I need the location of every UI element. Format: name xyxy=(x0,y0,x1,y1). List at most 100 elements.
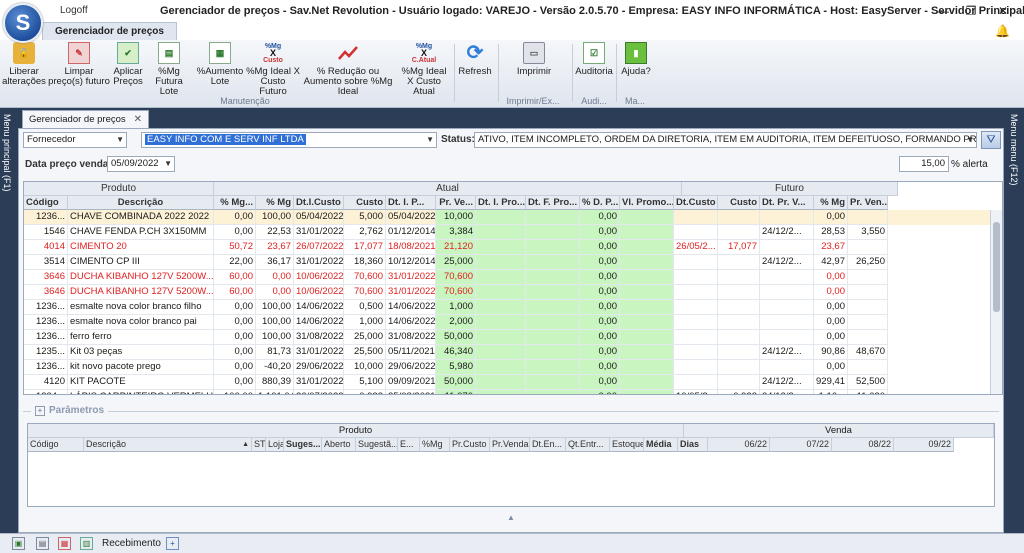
table-cell[interactable]: 5,100 xyxy=(344,375,386,390)
table-cell[interactable]: 25,500 xyxy=(344,345,386,360)
table-cell[interactable]: 23,67 xyxy=(814,240,848,255)
table-cell[interactable]: 0,00 xyxy=(256,285,294,300)
table-cell[interactable]: 0,00 xyxy=(580,360,620,375)
table-cell[interactable] xyxy=(476,255,526,270)
table-cell[interactable]: CIMENTO 20 xyxy=(68,240,214,255)
column-header[interactable]: Dt.Custo xyxy=(674,196,718,210)
table-cell[interactable]: 11,620 xyxy=(848,390,888,394)
table-cell[interactable]: 1,000 xyxy=(344,315,386,330)
table-cell[interactable]: 05/04/2022 xyxy=(294,210,344,225)
column-header[interactable]: Pr. Ve... xyxy=(436,196,476,210)
table-cell[interactable]: 29/06/2022 xyxy=(386,360,436,375)
table-cell[interactable] xyxy=(674,210,718,225)
table-cell[interactable] xyxy=(848,285,888,300)
table-cell[interactable] xyxy=(476,285,526,300)
sales-column-header[interactable]: %Mg xyxy=(420,438,450,452)
table-cell[interactable]: 17,077 xyxy=(718,240,760,255)
table-cell[interactable]: 17,077 xyxy=(344,240,386,255)
column-header[interactable]: Dt. I. P... xyxy=(386,196,436,210)
table-cell[interactable]: ferro ferro xyxy=(68,330,214,345)
table-cell[interactable]: 0,00 xyxy=(214,300,256,315)
table-cell[interactable]: 70,600 xyxy=(436,285,476,300)
table-cell[interactable] xyxy=(848,360,888,375)
sales-column-header[interactable]: Pr.Venda xyxy=(490,438,530,452)
table-cell[interactable]: 10/05/2... xyxy=(674,390,718,394)
table-cell[interactable] xyxy=(674,270,718,285)
table-cell[interactable] xyxy=(718,300,760,315)
table-cell[interactable]: 26/07/2022 xyxy=(294,240,344,255)
table-cell[interactable] xyxy=(620,315,674,330)
table-cell[interactable] xyxy=(526,270,580,285)
table-cell[interactable] xyxy=(526,345,580,360)
table-cell[interactable]: 0,00 xyxy=(580,210,620,225)
table-cell[interactable] xyxy=(620,270,674,285)
table-cell[interactable]: 0,922 xyxy=(344,390,386,394)
table-cell[interactable]: 31/01/2022 xyxy=(294,375,344,390)
logoff-link[interactable]: Logoff xyxy=(60,5,88,16)
column-header[interactable]: % Mg xyxy=(256,196,294,210)
table-cell[interactable]: 26/05/2... xyxy=(674,240,718,255)
table-cell[interactable]: 31/08/2022 xyxy=(386,330,436,345)
table-cell[interactable] xyxy=(718,210,760,225)
table-cell[interactable]: 0,00 xyxy=(580,225,620,240)
table-cell[interactable]: 0,00 xyxy=(256,270,294,285)
table-cell[interactable] xyxy=(718,225,760,240)
table-cell[interactable] xyxy=(674,285,718,300)
column-header[interactable]: Dt. Pr. V... xyxy=(760,196,814,210)
table-cell[interactable]: 11,070 xyxy=(436,390,476,394)
table-cell[interactable] xyxy=(476,315,526,330)
column-header[interactable]: % D. P... xyxy=(580,196,620,210)
table-cell[interactable] xyxy=(620,210,674,225)
table-cell[interactable]: 0,00 xyxy=(580,240,620,255)
sales-column-header[interactable]: 09/22 xyxy=(894,438,954,452)
table-row[interactable]: 1236... kit novo pacote prego 0,00 -40,20 29… xyxy=(24,360,990,375)
table-cell[interactable]: 29/06/2022 xyxy=(294,360,344,375)
sales-column-header[interactable]: Estoque xyxy=(610,438,644,452)
table-cell[interactable] xyxy=(476,330,526,345)
table-cell[interactable]: KIT PACOTE xyxy=(68,375,214,390)
table-cell[interactable]: 24/12/2... xyxy=(760,345,814,360)
table-cell[interactable]: 1.16... xyxy=(814,390,848,394)
table-cell[interactable] xyxy=(674,225,718,240)
table-cell[interactable]: 5,000 xyxy=(344,210,386,225)
table-cell[interactable]: 0,00 xyxy=(814,330,848,345)
table-cell[interactable] xyxy=(476,360,526,375)
table-cell[interactable]: 10,000 xyxy=(436,210,476,225)
table-cell[interactable]: 0,500 xyxy=(344,300,386,315)
table-cell[interactable]: LÁPIS CARPINTEIRO VERMELHO BRAS... xyxy=(68,390,214,394)
column-header[interactable]: Dt. I. Pro... xyxy=(476,196,526,210)
table-cell[interactable]: 3514 xyxy=(24,255,68,270)
table-cell[interactable] xyxy=(620,360,674,375)
sales-column-header[interactable]: E... xyxy=(398,438,420,452)
sales-column-header[interactable]: 07/22 xyxy=(770,438,832,452)
table-cell[interactable] xyxy=(718,270,760,285)
sales-column-header[interactable]: Loja xyxy=(266,438,284,452)
table-cell[interactable]: CHAVE FENDA P.CH 3X150MM xyxy=(68,225,214,240)
table-cell[interactable]: 0,00 xyxy=(214,360,256,375)
parametros-toggle[interactable]: + Parâmetros xyxy=(31,405,109,416)
table-cell[interactable]: 4120 xyxy=(24,375,68,390)
table-cell[interactable] xyxy=(620,330,674,345)
sales-column-header[interactable]: Suges... xyxy=(284,438,322,452)
table-cell[interactable] xyxy=(760,300,814,315)
table-cell[interactable] xyxy=(718,315,760,330)
aplicar-precos-button[interactable]: ✔ Aplicar Preços xyxy=(112,42,144,87)
table-cell[interactable]: 31/01/2022 xyxy=(386,285,436,300)
table-cell[interactable] xyxy=(526,360,580,375)
table-cell[interactable]: 0,00 xyxy=(214,375,256,390)
table-cell[interactable] xyxy=(620,240,674,255)
table-cell[interactable] xyxy=(760,270,814,285)
table-cell[interactable]: 14/06/2022 xyxy=(386,300,436,315)
table-cell[interactable] xyxy=(526,330,580,345)
table-cell[interactable]: 1546 xyxy=(24,225,68,240)
table-cell[interactable]: 22,00 xyxy=(214,255,256,270)
table-cell[interactable] xyxy=(760,360,814,375)
table-cell[interactable]: 25,000 xyxy=(436,255,476,270)
table-cell[interactable]: 05/04/2022 xyxy=(386,210,436,225)
tab-gerenciador-precos[interactable]: Gerenciador de preços xyxy=(42,22,177,40)
sales-column-header[interactable]: Média xyxy=(644,438,678,452)
table-row[interactable]: 1236... esmalte nova color branco pai 0,00… xyxy=(24,315,990,330)
table-cell[interactable] xyxy=(476,300,526,315)
table-cell[interactable]: 05/11/2021 xyxy=(386,345,436,360)
table-cell[interactable] xyxy=(476,225,526,240)
